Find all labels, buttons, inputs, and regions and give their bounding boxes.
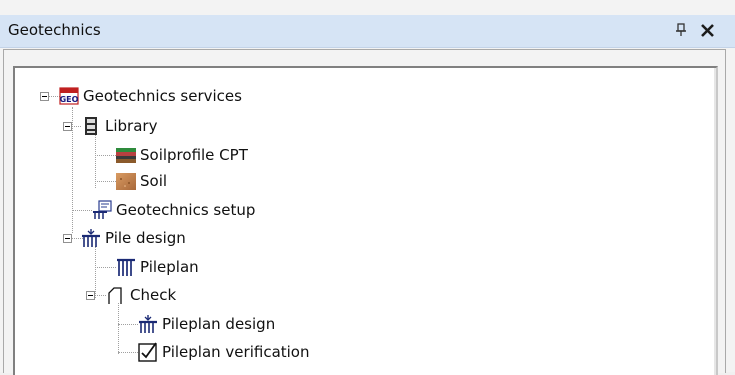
- pile-design-icon: [81, 228, 101, 248]
- tree-item-label: Geotechnics services: [83, 87, 242, 105]
- geo-icon: GEO: [59, 86, 79, 106]
- soil-icon: [116, 171, 136, 191]
- panel-titlebar[interactable]: Geotechnics: [0, 15, 735, 48]
- collapse-toggle-check[interactable]: [86, 291, 95, 300]
- tree-item-label: Pileplan design: [162, 315, 276, 333]
- tree-item-pile-design[interactable]: Pile design: [81, 227, 186, 249]
- tree-item-label: Pileplan verification: [162, 343, 310, 361]
- tree-line: [95, 267, 116, 268]
- tree-item-label: Library: [105, 117, 158, 135]
- tree-line: [95, 295, 106, 296]
- tree-line: [72, 210, 92, 211]
- tree-item-label: Soilprofile CPT: [140, 146, 248, 164]
- pileplan-design-icon: [138, 314, 158, 334]
- panel-content-frame: GEO Geotechnics services Library Soilpro…: [3, 49, 726, 375]
- collapse-toggle-library[interactable]: [63, 122, 72, 131]
- library-icon: [81, 116, 101, 136]
- tree-item-geotechnics-services[interactable]: GEO Geotechnics services: [59, 85, 242, 107]
- tree-line: [118, 303, 119, 354]
- svg-text:GEO: GEO: [60, 95, 79, 104]
- pileplan-icon: [116, 257, 136, 277]
- tree-container: GEO Geotechnics services Library Soilpro…: [15, 68, 716, 375]
- collapse-toggle-root[interactable]: [40, 92, 49, 101]
- tree-item-soilprofile-cpt[interactable]: Soilprofile CPT: [116, 144, 248, 166]
- tree-item-pileplan-verification[interactable]: Pileplan verification: [138, 341, 310, 363]
- tree-item-label: Geotechnics setup: [116, 201, 256, 219]
- tree-item-label: Pile design: [105, 229, 186, 247]
- tree-item-label: Check: [130, 286, 177, 304]
- tree-item-label: Soil: [140, 172, 168, 190]
- top-strip: [0, 0, 735, 14]
- tree-item-pileplan[interactable]: Pileplan: [116, 256, 199, 278]
- tree-item-pileplan-design[interactable]: Pileplan design: [138, 313, 275, 335]
- tree-line: [95, 155, 116, 156]
- geotechnics-panel: Geotechnics GEO Geotechnics services Lib…: [0, 0, 735, 375]
- tree-item-soil[interactable]: Soil: [116, 170, 167, 192]
- tree-item-library[interactable]: Library: [81, 115, 157, 137]
- tree-view[interactable]: GEO Geotechnics services Library Soilpro…: [13, 66, 718, 375]
- tree-item-label: Pileplan: [140, 258, 199, 276]
- check-folder-icon: [106, 285, 126, 305]
- tree-item-geotechnics-setup[interactable]: Geotechnics setup: [92, 199, 255, 221]
- tree-line: [72, 126, 81, 127]
- panel-title: Geotechnics: [8, 21, 101, 39]
- soilprofile-icon: [116, 145, 136, 165]
- pin-icon[interactable]: [674, 21, 688, 39]
- tree-line: [95, 181, 116, 182]
- tree-item-check[interactable]: Check: [106, 284, 176, 306]
- setup-icon: [92, 200, 112, 220]
- tree-line: [118, 324, 138, 325]
- tree-line: [95, 246, 96, 298]
- collapse-toggle-pile-design[interactable]: [63, 234, 72, 243]
- tree-line: [118, 352, 138, 353]
- close-icon[interactable]: [697, 19, 719, 41]
- checkbox-icon: [138, 342, 158, 362]
